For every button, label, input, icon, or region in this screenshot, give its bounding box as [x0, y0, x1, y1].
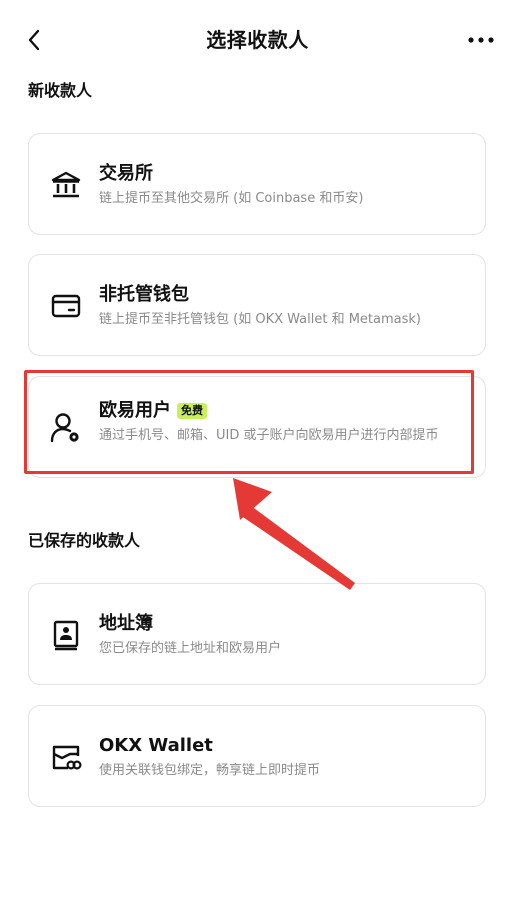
more-horizontal-icon — [468, 37, 494, 43]
card-okx-user-title: 欧易用户 — [99, 400, 171, 421]
user-gear-icon — [49, 411, 83, 445]
free-badge: 免费 — [177, 403, 207, 419]
page-title: 选择收款人 — [206, 28, 309, 52]
page: 选择收款人 新收款人 交易所 链上提币至其他交易所 (如 Coinbase 和币… — [0, 0, 515, 924]
bank-icon — [49, 168, 83, 202]
card-address-book[interactable]: 地址簿 您已保存的链上地址和欧易用户 — [28, 583, 486, 685]
section-title-new-payee: 新收款人 — [28, 81, 93, 100]
card-wallet-subtitle: 链上提币至非托管钱包 (如 OKX Wallet 和 Metamask) — [99, 312, 421, 327]
wallet-icon — [49, 289, 83, 323]
card-exchange-title: 交易所 — [99, 163, 153, 184]
card-okx-wallet[interactable]: OKX Wallet 使用关联钱包绑定，畅享链上即时提币 — [28, 705, 486, 807]
more-button[interactable] — [465, 26, 497, 54]
card-okx-wallet-subtitle: 使用关联钱包绑定，畅享链上即时提币 — [99, 763, 321, 778]
card-exchange[interactable]: 交易所 链上提币至其他交易所 (如 Coinbase 和币安) — [28, 133, 486, 235]
section-title-saved-payee: 已保存的收款人 — [28, 531, 141, 550]
card-okx-user-subtitle: 通过手机号、邮箱、UID 或子账户向欧易用户进行内部提币 — [99, 428, 439, 443]
card-wallet-title: 非托管钱包 — [99, 284, 189, 305]
contact-book-icon — [49, 618, 83, 652]
card-noncustodial-wallet[interactable]: 非托管钱包 链上提币至非托管钱包 (如 OKX Wallet 和 Metamas… — [28, 254, 486, 356]
card-exchange-subtitle: 链上提币至其他交易所 (如 Coinbase 和币安) — [99, 191, 364, 206]
card-address-book-subtitle: 您已保存的链上地址和欧易用户 — [99, 641, 282, 656]
header: 选择收款人 — [0, 0, 515, 82]
card-address-book-title: 地址簿 — [99, 613, 153, 634]
card-okx-wallet-title: OKX Wallet — [99, 735, 213, 756]
link-wallet-icon — [49, 740, 83, 774]
card-okx-user[interactable]: 欧易用户 免费 通过手机号、邮箱、UID 或子账户向欧易用户进行内部提币 — [28, 376, 486, 478]
